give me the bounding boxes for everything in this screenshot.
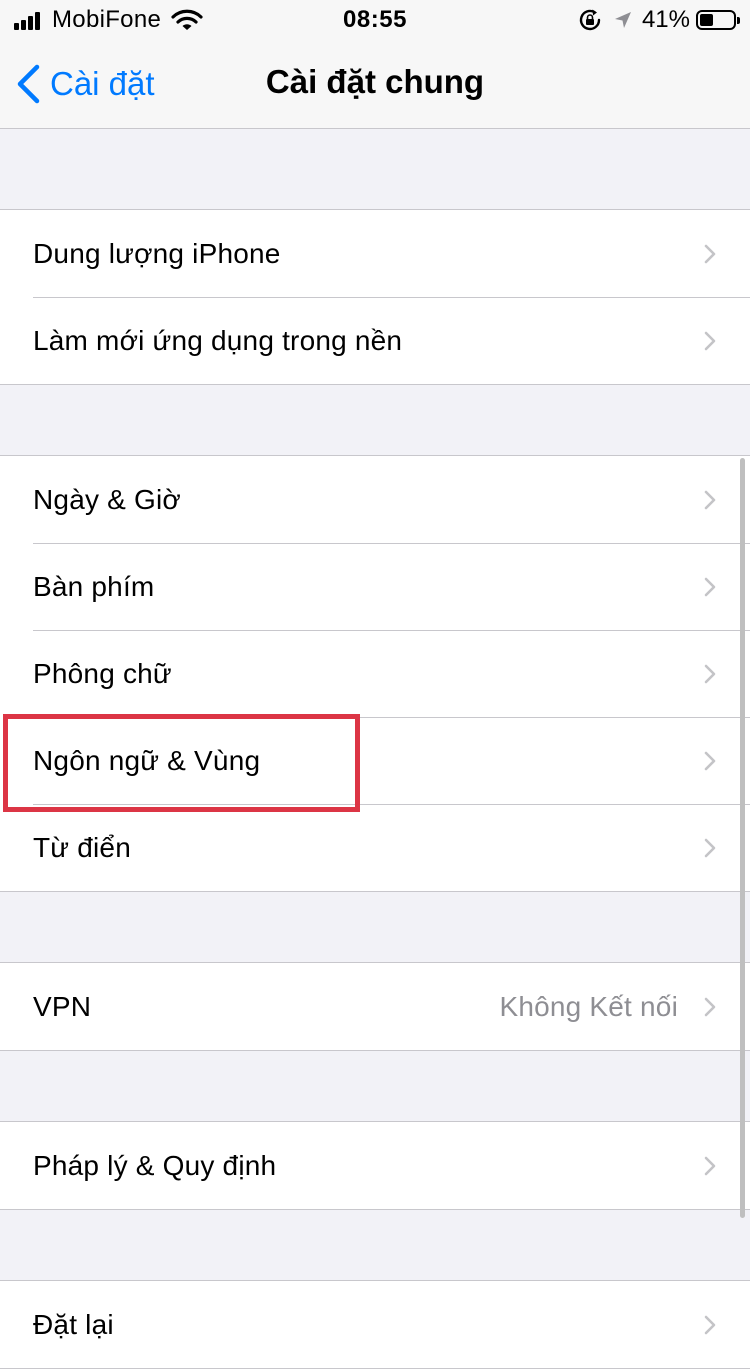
settings-row-phap-ly-quy-dinh[interactable]: Pháp lý & Quy định: [0, 1122, 750, 1209]
settings-group: Pháp lý & Quy định: [0, 1121, 750, 1210]
settings-group: Dung lượng iPhone Làm mới ứng dụng trong …: [0, 209, 750, 385]
chevron-right-icon: [704, 997, 716, 1017]
battery-icon: [696, 10, 740, 30]
chevron-right-icon: [704, 1156, 716, 1176]
settings-row-vpn[interactable]: VPN Không Kết nối: [0, 963, 750, 1050]
chevron-right-icon: [704, 490, 716, 510]
row-label: Phông chữ: [33, 657, 172, 689]
chevron-right-icon: [704, 244, 716, 264]
chevron-right-icon: [704, 577, 716, 597]
settings-row-ngay-gio[interactable]: Ngày & Giờ: [0, 456, 750, 543]
status-bar-right: 41%: [578, 6, 740, 34]
settings-row-phong-chu[interactable]: Phông chữ: [0, 630, 750, 717]
page-title: Cài đặt chung: [265, 63, 485, 100]
rotation-lock-icon: [579, 9, 601, 31]
settings-group: Ngày & Giờ Bàn phím Phông chữ Ngôn ngữ & Vù…: [0, 455, 750, 892]
row-label: Dung lượng iPhone: [33, 237, 281, 269]
chevron-right-icon: [704, 664, 716, 684]
location-arrow-icon: [614, 12, 631, 28]
row-label: Đặt lại: [33, 1308, 114, 1340]
settings-row-dung-luong-iphone[interactable]: Dung lượng iPhone: [0, 210, 750, 297]
settings-row-lam-moi-ung-dung-trong-nen[interactable]: Làm mới ứng dụng trong nền: [0, 297, 750, 384]
section-gap: [0, 129, 750, 209]
row-label: Làm mới ứng dụng trong nền: [33, 324, 403, 356]
settings-list: Dung lượng iPhone Làm mới ứng dụng trong …: [0, 129, 750, 1369]
settings-row-dat-lai[interactable]: Đặt lại: [0, 1281, 750, 1368]
chevron-right-icon: [704, 1315, 716, 1335]
row-label: Pháp lý & Quy định: [33, 1149, 277, 1181]
settings-row-ban-phim[interactable]: Bàn phím: [0, 543, 750, 630]
row-label: VPN: [33, 990, 92, 1022]
chevron-right-icon: [704, 838, 716, 858]
row-label: Ngôn ngữ & Vùng: [33, 744, 261, 776]
row-label: Bàn phím: [33, 570, 155, 602]
chevron-right-icon: [704, 751, 716, 771]
scrollbar[interactable]: [740, 458, 745, 1218]
battery-percent: 41%: [641, 6, 690, 33]
chevron-right-icon: [704, 331, 716, 351]
section-gap: [0, 385, 750, 455]
row-label: Ngày & Giờ: [33, 483, 181, 515]
section-gap: [0, 1051, 750, 1121]
settings-row-ngon-ngu-vung[interactable]: Ngôn ngữ & Vùng: [0, 717, 750, 804]
section-gap: [0, 1210, 750, 1280]
section-gap: [0, 892, 750, 962]
settings-row-tu-dien[interactable]: Từ điển: [0, 804, 750, 891]
row-label: Từ điển: [33, 831, 131, 863]
settings-group: VPN Không Kết nối: [0, 962, 750, 1051]
status-bar: MobiFone 08:55 41%: [0, 0, 750, 40]
navigation-bar: Cài đặt Cài đặt chung: [0, 40, 750, 129]
row-value: Không Kết nối: [499, 990, 678, 1022]
battery-fill: [700, 14, 713, 26]
settings-group: Đặt lại: [0, 1280, 750, 1369]
